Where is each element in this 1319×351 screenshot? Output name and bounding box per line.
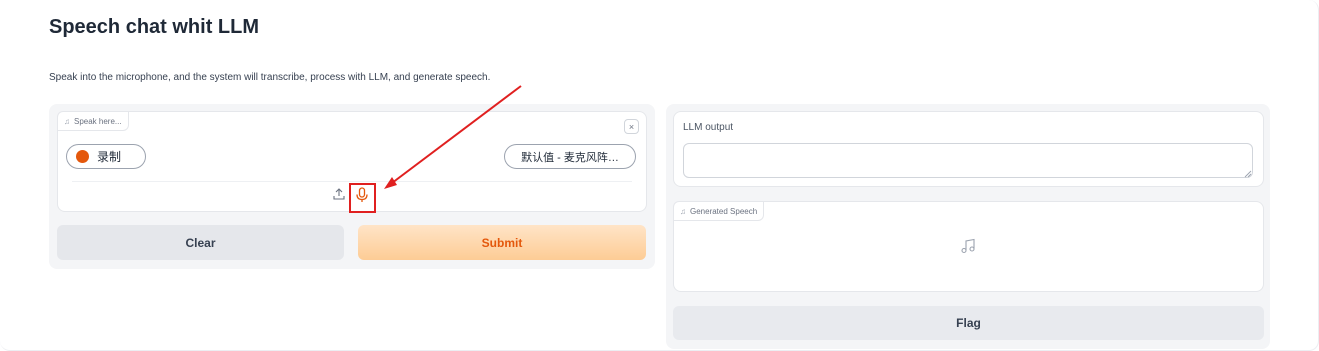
generated-speech-label-text: Generated Speech [690,206,758,216]
resize-grip-icon[interactable] [1244,170,1252,180]
page-title: Speech chat whit LLM [49,16,260,38]
microphone-device-select[interactable]: 默认值 - 麦克风阵… [504,144,636,169]
audio-input-label-text: Speak here... [74,116,122,126]
flag-button[interactable]: Flag [673,306,1264,340]
record-button[interactable]: 录制 [66,144,146,169]
submit-button[interactable]: Submit [358,225,646,260]
music-note-icon: ♫ [680,206,686,216]
close-icon[interactable]: × [624,119,639,134]
llm-output-textarea[interactable] [683,143,1253,178]
llm-output-label: LLM output [683,122,734,133]
record-label: 录制 [97,150,122,164]
audio-input-label: ♫ Speak here... [57,111,129,131]
record-dot-icon [76,150,89,163]
music-note-icon: ♫ [64,116,70,126]
music-note-icon [960,238,976,259]
clear-button[interactable]: Clear [57,225,344,260]
upload-icon[interactable] [332,187,346,206]
generated-speech-label: ♫ Generated Speech [673,201,765,221]
page-description: Speak into the microphone, and the syste… [49,72,491,83]
audio-divider [72,181,632,182]
microphone-highlight-box [349,183,376,213]
